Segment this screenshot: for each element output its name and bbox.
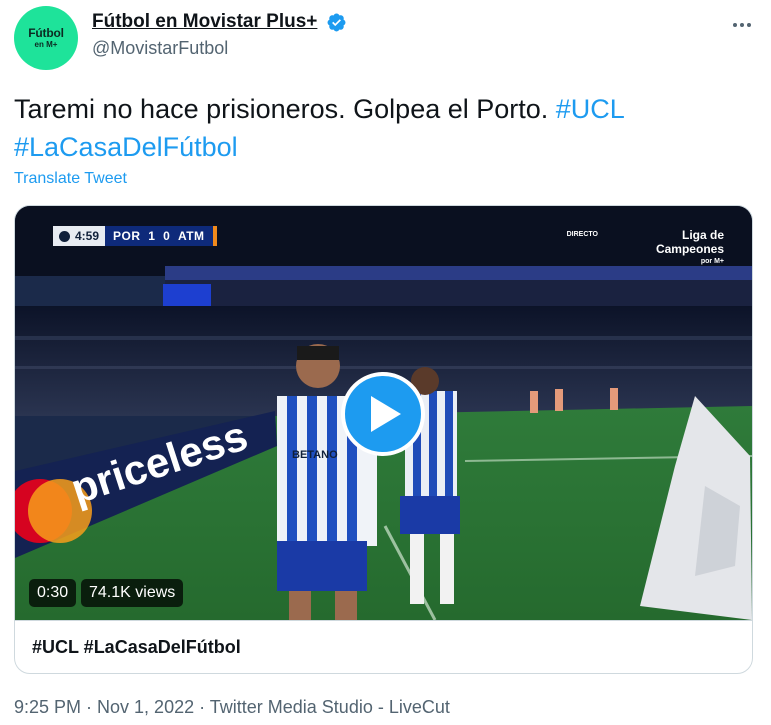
broadcaster-logo: DIRECTO Liga de Campeones por M+ (567, 228, 724, 265)
score-accent (212, 226, 217, 246)
author-names: Fútbol en Movistar Plus+ @MovistarFutbol (92, 11, 347, 59)
broadcaster-by: por M+ (700, 258, 724, 265)
score-away: 0 (163, 229, 171, 243)
more-dot-icon (747, 23, 751, 27)
video-player[interactable]: priceless BETANO 4:59 POR 1 0 ATM DIRECT… (15, 206, 752, 620)
ball-icon (59, 230, 70, 242)
handle[interactable]: @MovistarFutbol (92, 38, 347, 59)
display-name-link[interactable]: Fútbol en Movistar Plus+ (92, 11, 317, 33)
hashtag-link[interactable]: #UCL (556, 94, 625, 124)
play-button[interactable] (341, 372, 425, 456)
more-options-button[interactable] (727, 14, 757, 36)
more-dot-icon (740, 23, 744, 27)
team-home: POR (113, 229, 141, 243)
more-dot-icon (733, 23, 737, 27)
tweet-text-plain: Taremi no hace prisioneros. Golpea el Po… (14, 94, 556, 124)
translate-tweet-link[interactable]: Translate Tweet (14, 170, 127, 188)
competition-line-1: Liga de (681, 228, 724, 242)
shirt-sponsor: BETANO (292, 449, 338, 461)
avatar[interactable]: Fútbol en M+ (14, 6, 78, 70)
avatar-line-1: Fútbol (28, 25, 64, 40)
team-away: ATM (177, 229, 205, 243)
media-card[interactable]: priceless BETANO 4:59 POR 1 0 ATM DIRECT… (14, 205, 753, 674)
card-title[interactable]: #UCL #LaCasaDelFútbol (15, 620, 752, 673)
competition-line-2: Campeones (655, 242, 724, 256)
tweet-timestamp[interactable]: 9:25 PM · Nov 1, 2022 · Twitter Media St… (14, 697, 450, 718)
video-duration: 0:30 (29, 579, 77, 607)
score-home: 1 (148, 229, 156, 243)
match-clock: 4:59 (75, 229, 100, 243)
video-views: 74.1K views (81, 579, 184, 607)
play-icon (371, 396, 401, 432)
tweet-header: Fútbol en M+ Fútbol en Movistar Plus+ @M… (14, 6, 757, 70)
live-label: DIRECTO (566, 231, 598, 238)
verified-badge-icon (327, 13, 346, 31)
scoreboard: 4:59 POR 1 0 ATM (53, 226, 217, 246)
tweet-text: Taremi no hace prisioneros. Golpea el Po… (14, 90, 754, 166)
hashtag-link[interactable]: #LaCasaDelFútbol (14, 132, 238, 162)
avatar-line-2: en M+ (34, 39, 58, 49)
